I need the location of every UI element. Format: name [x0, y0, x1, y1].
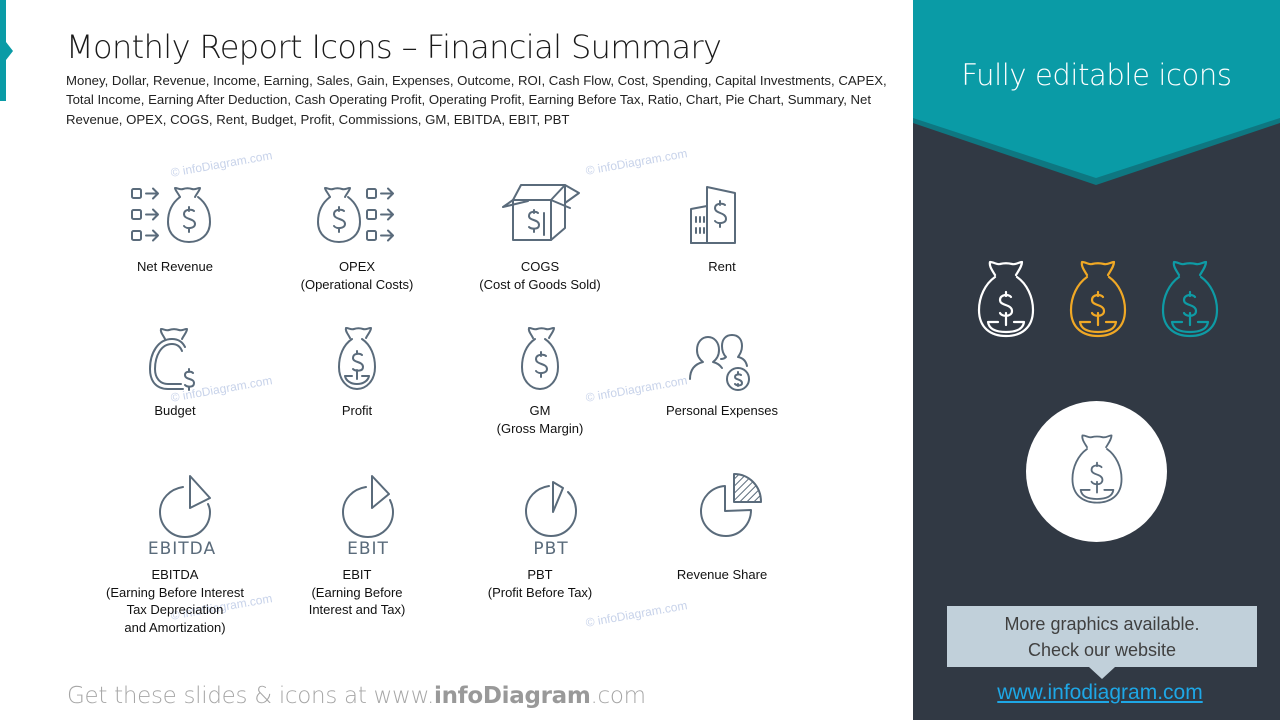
icon-card-ebit: EBIT EBIT (Earning Before Interest and Tax…	[267, 472, 447, 619]
money-bag-white-icon	[977, 260, 1035, 338]
icon-card-net-revenue: Net Revenue	[85, 183, 265, 276]
icon-card-revenue-share: Revenue Share	[632, 472, 812, 584]
icon-label: OPEX (Operational Costs)	[300, 259, 414, 292]
icon-label: EBITDA (Earning Before Interest Tax Deprec…	[105, 567, 245, 635]
watermark: © infoDiagram.com	[169, 148, 274, 180]
slide-title: Monthly Report Icons – Financial Summary	[66, 28, 722, 66]
abbr-text: EBIT	[347, 539, 389, 559]
website-link[interactable]: www.infodiagram.com	[913, 681, 1280, 705]
icon-label: Revenue Share	[676, 567, 768, 582]
icon-card-gm: GM (Gross Margin)	[450, 323, 630, 437]
icon-card-personal-expenses: Personal Expenses	[632, 323, 812, 420]
icon-label: Personal Expenses	[665, 403, 778, 418]
watermark: © infoDiagram.com	[584, 146, 689, 178]
icon-label: Profit	[341, 403, 373, 418]
footer-promo: Get these slides & icons at www.infoDiag…	[67, 683, 646, 709]
callout-line-1: More graphics available.	[1004, 614, 1200, 634]
building-dollar-icon	[690, 186, 736, 244]
purse-dollar-icon	[149, 328, 195, 391]
callout-line-2: Check our website	[1027, 640, 1177, 660]
money-bag-outflow-icon	[317, 187, 394, 243]
icon-card-rent: Rent	[632, 183, 812, 276]
accent-arrow	[6, 42, 13, 60]
pie-chart-icon: EBITDA	[148, 475, 216, 559]
icon-label: Rent	[708, 259, 736, 274]
pie-chart-icon: EBIT	[342, 475, 394, 559]
pie-chart-icon: PBT	[525, 481, 577, 559]
money-bag-teal-icon	[1161, 260, 1219, 338]
icon-card-profit: Profit	[267, 323, 447, 420]
icon-label: GM (Gross Margin)	[496, 403, 584, 436]
open-box-dollar-icon	[502, 184, 580, 241]
footer-brand: infoDiagram	[433, 683, 591, 709]
callout-pointer	[1089, 667, 1115, 679]
more-graphics-callout: More graphics available. Check our websi…	[947, 606, 1257, 667]
icon-label: COGS (Cost of Goods Sold)	[479, 259, 601, 292]
slide-subtitle: Money, Dollar, Revenue, Income, Earning,…	[66, 73, 887, 127]
abbr-text: EBITDA	[148, 539, 216, 559]
money-bag-inflow-icon	[131, 187, 211, 243]
side-panel: Fully editable icons More graphics avail…	[913, 0, 1280, 720]
abbr-text: PBT	[533, 539, 568, 559]
icon-card-pbt: PBT PBT (Profit Before Tax)	[450, 472, 630, 601]
watermark: © infoDiagram.com	[584, 598, 689, 630]
icon-card-opex: OPEX (Operational Costs)	[267, 183, 447, 293]
footer-prefix: Get these slides & icons at www.	[67, 683, 434, 709]
icon-on-circle-preview	[1026, 401, 1167, 542]
icon-card-cogs: COGS (Cost of Goods Sold)	[450, 183, 630, 293]
money-bag-profit-icon	[338, 327, 376, 390]
icon-card-ebitda: EBITDA EBITDA (Earning Before Interest Tax…	[85, 472, 265, 636]
people-coin-icon	[689, 334, 750, 391]
pie-chart-hatched-icon	[700, 473, 762, 537]
money-bag-orange-icon	[1069, 260, 1127, 338]
icon-label: PBT (Profit Before Tax)	[487, 567, 593, 600]
money-bag-icon	[521, 327, 559, 390]
icon-card-budget: Budget	[85, 323, 265, 420]
icon-label: EBIT (Earning Before Interest and Tax)	[308, 567, 406, 617]
icon-label: Net Revenue	[137, 259, 213, 274]
header-banner	[913, 0, 1280, 185]
money-bag-icon	[1071, 434, 1123, 504]
side-panel-title: Fully editable icons	[961, 58, 1232, 92]
footer-suffix: .com	[590, 683, 647, 709]
icon-label: Budget	[154, 403, 196, 418]
